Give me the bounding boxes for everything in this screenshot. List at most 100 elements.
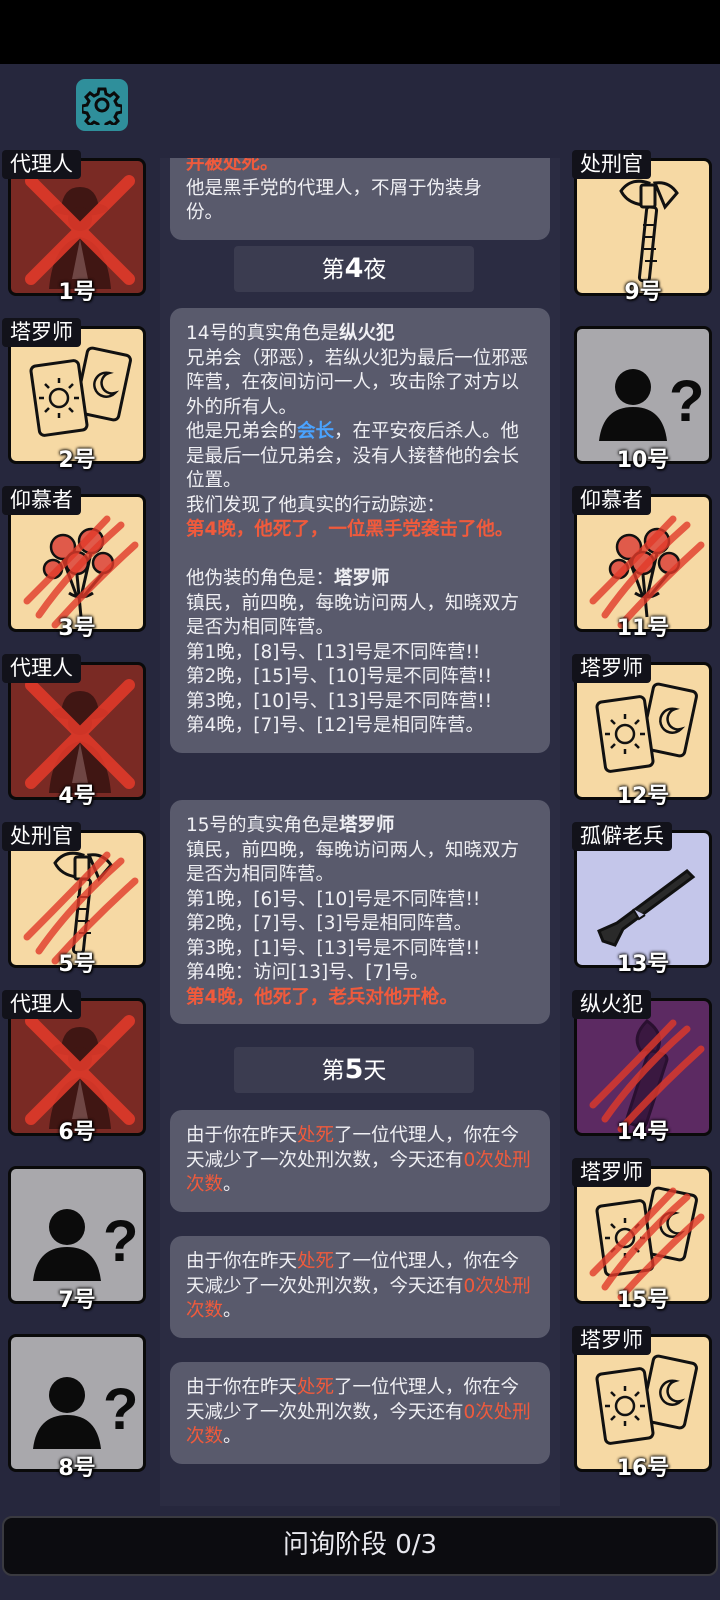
player-card[interactable]: 代理人 6号 xyxy=(2,990,146,1145)
player-number: 14号 xyxy=(616,1120,670,1145)
player-number: 15号 xyxy=(616,1288,670,1313)
player-card[interactable]: 塔罗师 12号 xyxy=(572,654,712,809)
night-result: 第2晚，[7]号、[3]号是相同阵营。 xyxy=(186,913,473,934)
role-description: 兄弟会（邪恶），若纵火犯为最后一位邪恶阵营，在夜间访问一人，攻击除了对方以外的所… xyxy=(186,347,529,418)
keyword-link[interactable]: 会长 xyxy=(297,421,334,442)
log-text: 。 xyxy=(223,1426,242,1447)
night-result: 第2晚，[15]号、[10]号是不同阵营!! xyxy=(186,666,493,687)
status-bar xyxy=(0,0,720,64)
role-tag: 塔罗师 xyxy=(572,1326,651,1355)
role-tag: 代理人 xyxy=(2,150,81,179)
player-number: 12号 xyxy=(616,784,670,809)
role-tag: 塔罗师 xyxy=(2,318,81,347)
log-text: 14号的真实角色是 xyxy=(186,323,340,344)
player-number: 11号 xyxy=(616,616,670,641)
highlight: 处死 xyxy=(297,1125,335,1146)
role-description: 镇民，前四晚，每晚访问两人，知晓双方是否为相同阵营。 xyxy=(186,592,520,639)
role-tag: 处刑官 xyxy=(2,822,81,851)
player-card[interactable]: 处刑官 9号 xyxy=(572,150,712,305)
fake-role: 塔罗师 xyxy=(334,568,390,589)
log-line: 他是黑手党的代理人，不屑于伪装身 xyxy=(186,177,483,199)
player-number: 2号 xyxy=(58,448,96,473)
role-tag: 仰慕者 xyxy=(572,486,651,515)
divider-number: 4 xyxy=(344,253,364,284)
svg-text:?: ? xyxy=(669,369,704,434)
death-note: 第4晚，他死了，老兵对他开枪。 xyxy=(186,986,458,1008)
role-tag: 塔罗师 xyxy=(572,1158,651,1187)
highlight: 处死 xyxy=(297,1377,335,1398)
phase-indicator: 问询阶段 0/3 xyxy=(2,1516,718,1576)
player-number: 6号 xyxy=(58,1120,96,1145)
role-tag: 纵火犯 xyxy=(572,990,651,1019)
player-number: 16号 xyxy=(616,1456,670,1481)
divider-prefix: 第 xyxy=(321,257,345,283)
divider-prefix: 第 xyxy=(321,1058,345,1084)
event-log[interactable]: 并被处死。 他是黑手党的代理人，不屑于伪装身 份。 第4夜 14号的真实角色是纵… xyxy=(160,158,560,1506)
day-divider: 第5天 xyxy=(234,1047,474,1093)
log-text: 由于你在昨天 xyxy=(186,1377,298,1398)
log-text: 他是兄弟会的 xyxy=(186,421,298,442)
night-result: 第1晚，[6]号、[10]号是不同阵营!! xyxy=(186,888,481,910)
player-number: 7号 xyxy=(58,1288,96,1313)
log-entry-player-15: 15号的真实角色是塔罗师 镇民，前四晚，每晚访问两人，知晓双方是否为相同阵营。 … xyxy=(170,800,550,1024)
role-tag: 代理人 xyxy=(2,990,81,1019)
log-text: 由于你在昨天 xyxy=(186,1125,298,1146)
night-result: 第4晚：访问[13]号、[7]号。 xyxy=(186,962,429,983)
player-card[interactable]: ? 8号 xyxy=(8,1334,146,1481)
player-number: 13号 xyxy=(616,952,670,977)
log-text: 。 xyxy=(223,1300,242,1321)
player-card[interactable]: 仰慕者 3号 xyxy=(2,486,146,641)
divider-suffix: 夜 xyxy=(363,257,387,283)
role-description: 镇民，前四晚，每晚访问两人，知晓双方是否为相同阵营。 xyxy=(186,839,520,886)
player-card[interactable]: ? 10号 xyxy=(574,326,712,473)
divider-number: 5 xyxy=(344,1054,364,1085)
log-line: 份。 xyxy=(186,202,224,223)
player-card[interactable]: 塔罗师 16号 xyxy=(572,1326,712,1481)
player-card[interactable]: 仰慕者 11号 xyxy=(572,486,712,641)
player-card[interactable]: 塔罗师 15号 xyxy=(572,1158,712,1313)
player-card[interactable]: 处刑官 5号 xyxy=(2,822,146,977)
player-number: 4号 xyxy=(58,784,96,809)
night-result: 第4晚，[7]号、[12]号是相同阵营。 xyxy=(186,715,484,736)
log-entry-prev: 并被处死。 他是黑手党的代理人，不屑于伪装身 份。 xyxy=(170,158,550,240)
player-number: 10号 xyxy=(616,448,670,473)
log-notice: 由于你在昨天处死了一位代理人，你在今天减少了一次处刑次数，今天还有0次处刑次数。 xyxy=(170,1362,550,1464)
player-card[interactable]: 纵火犯 14号 xyxy=(572,990,712,1145)
divider-suffix: 天 xyxy=(363,1058,387,1084)
player-number: 8号 xyxy=(58,1456,96,1481)
gear-icon xyxy=(82,87,122,125)
role-tag: 代理人 xyxy=(2,654,81,683)
log-notice: 由于你在昨天处死了一位代理人，你在今天减少了一次处刑次数，今天还有0次处刑次数。 xyxy=(170,1236,550,1338)
log-text: 他伪装的角色是： xyxy=(186,568,335,589)
night-result: 第3晚，[1]号、[13]号是不同阵营!! xyxy=(186,937,481,959)
player-number: 1号 xyxy=(58,280,96,305)
player-card[interactable]: 孤僻老兵 13号 xyxy=(572,822,712,977)
role-tag: 塔罗师 xyxy=(572,654,651,683)
role-tag: 处刑官 xyxy=(572,150,651,179)
player-number: 5号 xyxy=(58,952,96,977)
log-text: 。 xyxy=(223,1174,242,1195)
highlight: 处死 xyxy=(297,1251,335,1272)
svg-text:?: ? xyxy=(103,1209,138,1274)
settings-button[interactable] xyxy=(76,79,128,131)
log-notice: 由于你在昨天处死了一位代理人，你在今天减少了一次处刑次数，今天还有0次处刑次数。 xyxy=(170,1110,550,1212)
night-result: 第3晚，[10]号、[13]号是不同阵营!! xyxy=(186,690,493,712)
night-divider: 第4夜 xyxy=(234,246,474,292)
player-card[interactable]: ? 7号 xyxy=(8,1166,146,1313)
true-role: 纵火犯 xyxy=(339,323,395,344)
role-tag: 仰慕者 xyxy=(2,486,81,515)
player-card[interactable]: 代理人 1号 xyxy=(2,150,146,305)
player-card[interactable]: 代理人 4号 xyxy=(2,654,146,809)
game-screen: 代理人 1号 塔罗师 2号 仰慕者 3号 代理人 4号 处刑官 5号 代理人 6号? 7号? 8号 处刑官… xyxy=(0,0,720,1600)
log-text: 由于你在昨天 xyxy=(186,1251,298,1272)
player-number: 3号 xyxy=(58,616,96,641)
true-role: 塔罗师 xyxy=(339,815,395,836)
player-card[interactable]: 塔罗师 2号 xyxy=(2,318,146,473)
death-note: 第4晚，他死了，一位黑手党袭击了他。 xyxy=(186,519,514,540)
night-result: 第1晚，[8]号、[13]号是不同阵营!! xyxy=(186,641,481,663)
log-text: 15号的真实角色是 xyxy=(186,815,340,836)
player-number: 9号 xyxy=(624,280,662,305)
log-text: 我们发现了他真实的行动踪迹： xyxy=(186,494,446,516)
log-cut-line: 并被处死。 xyxy=(186,158,279,174)
svg-text:?: ? xyxy=(103,1377,138,1442)
